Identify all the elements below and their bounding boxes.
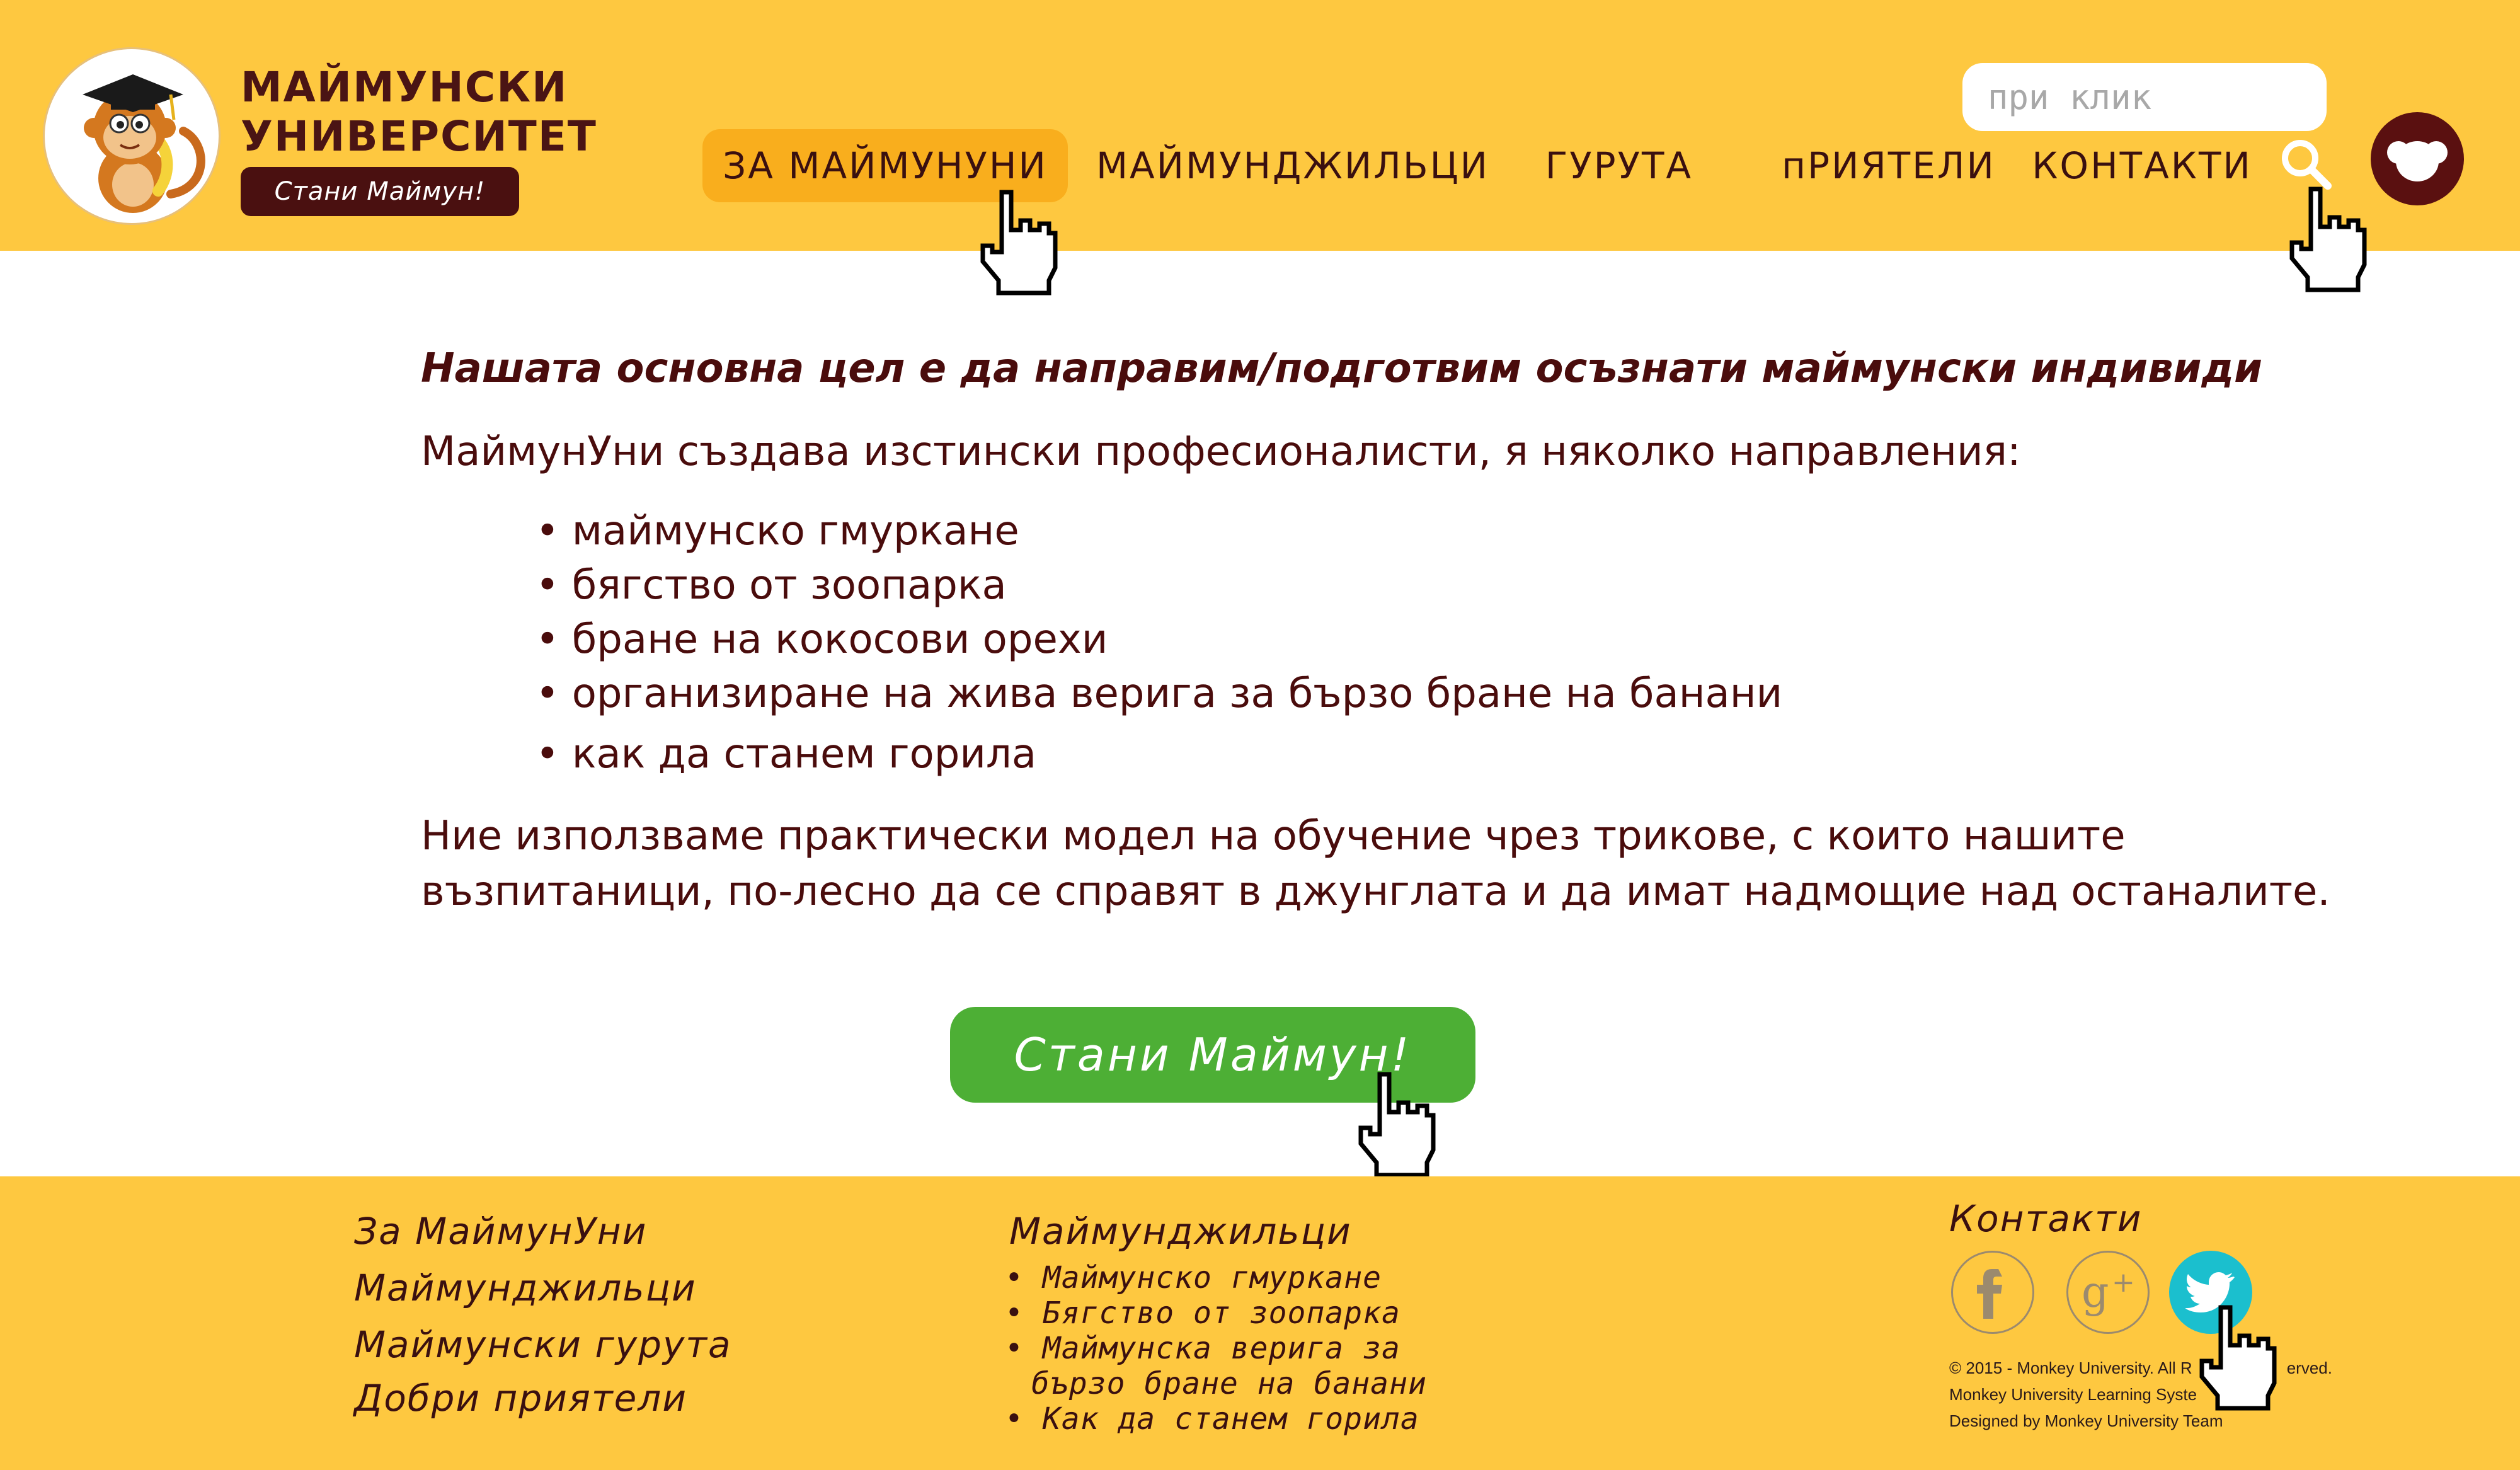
list-item: маймунско гмуркане [536, 504, 1782, 558]
user-avatar-monkey-icon[interactable] [2371, 112, 2464, 205]
list-item: бягство от зоопарка [536, 558, 1782, 612]
closing-line-2: възпитаници, по-лесно да се справят в дж… [421, 868, 2330, 915]
svg-text:+: + [2112, 1266, 2135, 1299]
main-heading: Нашата основна цел е да направим/подготв… [421, 345, 2262, 392]
footer-column-title[interactable]: Маймунджильци [1009, 1210, 1352, 1253]
site-title-line2: УНИВЕРСИТЕТ [241, 112, 597, 161]
footer-link-friends[interactable]: Добри приятели [354, 1377, 687, 1420]
footer-list-item[interactable]: Бягство от зоопарка [1005, 1295, 1427, 1331]
search-box[interactable] [1962, 63, 2328, 131]
hand-cursor-icon [976, 189, 1058, 299]
footer-link-members[interactable]: Маймунджильци [354, 1266, 697, 1309]
svg-text:g: g [2082, 1268, 2109, 1318]
site-header: МАЙМУНСКИ УНИВЕРСИТЕТ Стани Маймун! ЗА М… [0, 0, 2520, 296]
site-title: МАЙМУНСКИ УНИВЕРСИТЕТ [241, 63, 597, 161]
copyright-system: Monkey University Learning Syste [1949, 1385, 2197, 1404]
list-item: как да станем горила [536, 727, 1782, 781]
hand-cursor-icon [1354, 1071, 1436, 1181]
hand-cursor-icon [2286, 186, 2368, 296]
list-item: организиране на жива верига за бързо бра… [536, 667, 1782, 721]
closing-text: Ние използваме практически модел на обуч… [421, 808, 2374, 919]
nav-gurus[interactable]: ГУРУТА [1537, 129, 1701, 202]
search-icon[interactable] [2277, 135, 2334, 192]
nav-contacts[interactable]: КОНТАКТИ [2032, 129, 2250, 202]
footer-list-item[interactable]: Маймунско гмуркане [1005, 1260, 1427, 1295]
closing-line-1: Ние използваме практически модел на обуч… [421, 813, 2126, 859]
copyright-designer: Designed by Monkey University Team [1949, 1411, 2223, 1430]
footer-programs-list: Маймунско гмуркане Бягство от зоопарка М… [1005, 1260, 1427, 1437]
search-input[interactable] [1962, 63, 2328, 131]
copyright-text-end: erved. [2286, 1358, 2332, 1377]
hand-cursor-icon [2196, 1304, 2277, 1415]
footer-link-gurus[interactable]: Маймунски гурута [354, 1323, 732, 1366]
nav-friends[interactable]: пРИЯТЕЛИ [1782, 129, 1994, 202]
site-title-line1: МАЙМУНСКИ [241, 63, 568, 112]
nav-members[interactable]: МАЙМУНДЖИЛЬЦИ [1096, 129, 1488, 202]
intro-text: МаймунУни създава изстински професионали… [421, 428, 2021, 475]
programs-list: маймунско гмуркане бягство от зоопарка б… [536, 504, 1782, 781]
monkey-logo-icon[interactable] [43, 47, 220, 225]
footer-list-item[interactable]: бързо бране на банани [1005, 1366, 1427, 1401]
footer-list-item[interactable]: Как да станем горила [1005, 1401, 1427, 1437]
footer-link-about[interactable]: За МаймунУни [354, 1210, 647, 1253]
facebook-icon[interactable] [1951, 1251, 2034, 1334]
copyright-text: © 2015 - Monkey University. All R [1949, 1358, 2192, 1377]
footer-list-item[interactable]: Маймунска верига за [1005, 1331, 1427, 1366]
list-item: бране на кокосови орехи [536, 612, 1782, 667]
footer-contacts-title[interactable]: Контакти [1949, 1197, 2142, 1240]
google-plus-icon[interactable]: g + [2066, 1251, 2150, 1334]
copyright-block: © 2015 - Monkey University. All Rerved. … [1949, 1355, 2390, 1434]
join-small-button[interactable]: Стани Маймун! [241, 167, 519, 216]
